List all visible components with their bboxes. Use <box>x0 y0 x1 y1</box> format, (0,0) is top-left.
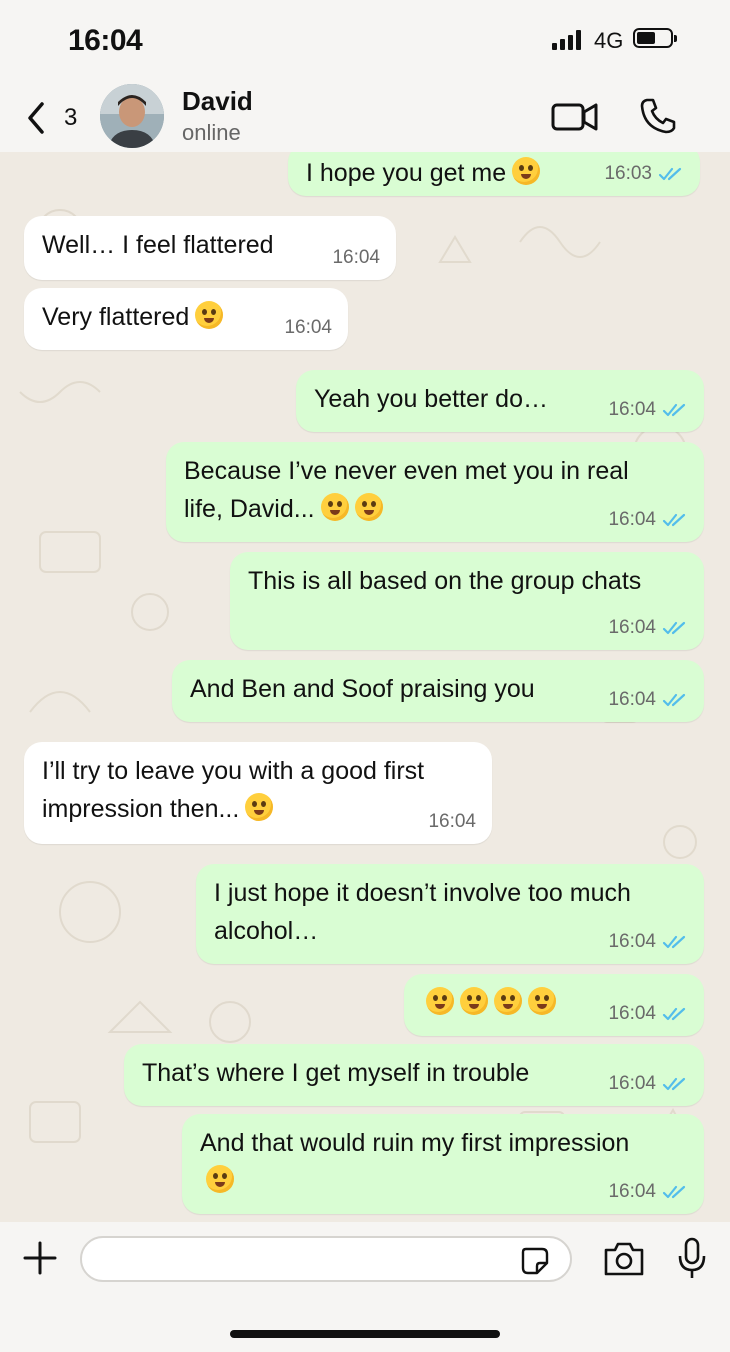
message-body: I’ll try to leave you with a good first … <box>42 757 425 823</box>
outgoing-message[interactable]: I just hope it doesn’t involve too much … <box>196 864 704 964</box>
incoming-message[interactable]: I’ll try to leave you with a good first … <box>24 742 492 844</box>
message-time: 16:04 <box>332 247 380 268</box>
incoming-message[interactable]: Well… I feel flattered 16:04 <box>24 216 396 280</box>
message-meta: 16:04 <box>428 812 476 832</box>
message-text: I’ll try to leave you with a good first … <box>42 752 424 828</box>
message-body: I hope you get me <box>306 159 507 187</box>
message-text: That’s where I get myself in trouble <box>142 1054 529 1092</box>
read-receipt-icon <box>662 935 686 949</box>
message-meta: 16:04 <box>608 510 688 530</box>
outgoing-message[interactable]: This is all based on the group chats 16:0… <box>230 552 704 650</box>
signal-icon <box>552 30 581 50</box>
plus-icon[interactable] <box>22 1240 58 1276</box>
message-time: 16:04 <box>608 509 656 530</box>
incoming-message[interactable]: Very flattered 16:04 <box>24 288 348 350</box>
contact-name[interactable]: David <box>182 86 253 117</box>
message-meta: 16:04 <box>608 618 688 638</box>
outgoing-message[interactable]: Because I’ve never even met you in real … <box>166 442 704 542</box>
microphone-icon[interactable] <box>676 1236 708 1280</box>
unread-count[interactable]: 3 <box>64 104 77 132</box>
message-meta: 16:04 <box>608 400 688 420</box>
read-receipt-icon <box>662 1077 686 1091</box>
message-meta: 16:04 <box>608 1074 688 1094</box>
message-body: And Ben and Soof praising you <box>190 675 535 703</box>
status-bar: 16:04 4G <box>0 0 730 80</box>
message-input[interactable] <box>80 1236 572 1282</box>
outgoing-message[interactable]: 16:04 <box>404 974 704 1036</box>
read-receipt-icon <box>662 403 686 417</box>
message-body: This is all based on the group chats <box>248 567 642 595</box>
outgoing-message[interactable]: Yeah you better do… 16:04 <box>296 370 704 432</box>
message-body: Well… I feel flattered <box>42 231 274 259</box>
emoji-icon <box>206 1165 234 1193</box>
outgoing-message[interactable]: And that would ruin my first impression … <box>182 1114 704 1214</box>
message-time: 16:04 <box>608 1181 656 1202</box>
message-body: I just hope it doesn’t involve too much … <box>214 879 631 945</box>
message-text: Very flattered <box>42 298 224 336</box>
read-receipt-icon <box>662 693 686 707</box>
emoji-icon <box>494 987 522 1015</box>
phone-icon[interactable] <box>638 96 678 136</box>
sticker-icon[interactable] <box>520 1246 550 1276</box>
home-indicator <box>230 1330 500 1338</box>
message-body: Very flattered <box>42 303 190 331</box>
avatar[interactable] <box>100 84 164 148</box>
emoji-icon <box>320 493 349 521</box>
message-time: 16:04 <box>608 1003 656 1024</box>
message-text: Because I’ve never even met you in real … <box>184 452 629 528</box>
video-call-icon[interactable] <box>550 98 600 134</box>
message-meta: 16:04 <box>608 1182 688 1202</box>
emoji-icon <box>195 301 224 329</box>
battery-icon <box>633 28 677 48</box>
message-text: Yeah you better do… <box>314 380 548 418</box>
message-time: 16:04 <box>608 1073 656 1094</box>
message-meta: 16:04 <box>332 248 380 268</box>
message-time: 16:04 <box>284 317 332 338</box>
message-text: I just hope it doesn’t involve too much … <box>214 874 631 950</box>
back-chevron-icon[interactable] <box>22 98 52 138</box>
message-body: And that would ruin my first impression <box>200 1129 630 1157</box>
message-meta: 16:04 <box>608 932 688 952</box>
message-body: Yeah you better do… <box>314 385 548 413</box>
message-meta: 16:04 <box>608 690 688 710</box>
message-text: And Ben and Soof praising you <box>190 670 535 708</box>
emoji-icon <box>460 987 488 1015</box>
message-meta: 16:03 <box>604 164 684 184</box>
message-text <box>422 984 556 1022</box>
message-body: That’s where I get myself in trouble <box>142 1059 530 1087</box>
outgoing-message[interactable]: I hope you get me 16:03 <box>288 152 700 196</box>
read-receipt-icon <box>662 513 686 527</box>
network-type: 4G <box>594 28 624 53</box>
message-time: 16:04 <box>608 399 656 420</box>
message-time: 16:04 <box>608 931 656 952</box>
emoji-icon <box>354 493 383 521</box>
message-time: 16:04 <box>608 617 656 638</box>
read-receipt-icon <box>662 1185 686 1199</box>
chat-header: 3 David online <box>0 80 730 152</box>
emoji-icon <box>512 157 541 185</box>
message-text: And that would ruin my first impression <box>200 1124 629 1200</box>
message-text: This is all based on the group chats <box>248 562 641 600</box>
status-time: 16:04 <box>68 24 143 57</box>
emoji-icon <box>426 987 454 1015</box>
message-text: Well… I feel flattered <box>42 226 274 264</box>
message-time: 16:04 <box>608 689 656 710</box>
outgoing-message[interactable]: That’s where I get myself in trouble 16:0… <box>124 1044 704 1106</box>
contact-status: online <box>182 120 241 145</box>
chat-area[interactable]: I hope you get me 16:03 Well… I feel flatt… <box>0 152 730 1222</box>
camera-icon[interactable] <box>602 1240 646 1278</box>
emoji-icon <box>245 793 274 821</box>
read-receipt-icon <box>662 1007 686 1021</box>
read-receipt-icon <box>662 621 686 635</box>
emoji-icon <box>528 987 556 1015</box>
message-text: I hope you get me <box>306 154 541 192</box>
message-body: Because I’ve never even met you in real … <box>184 457 629 523</box>
message-time: 16:04 <box>428 811 476 832</box>
message-time: 16:03 <box>604 163 652 184</box>
read-receipt-icon <box>658 167 682 181</box>
outgoing-message[interactable]: And Ben and Soof praising you 16:04 <box>172 660 704 722</box>
message-meta: 16:04 <box>608 1004 688 1024</box>
message-meta: 16:04 <box>284 318 332 338</box>
composer-bar <box>0 1222 730 1352</box>
